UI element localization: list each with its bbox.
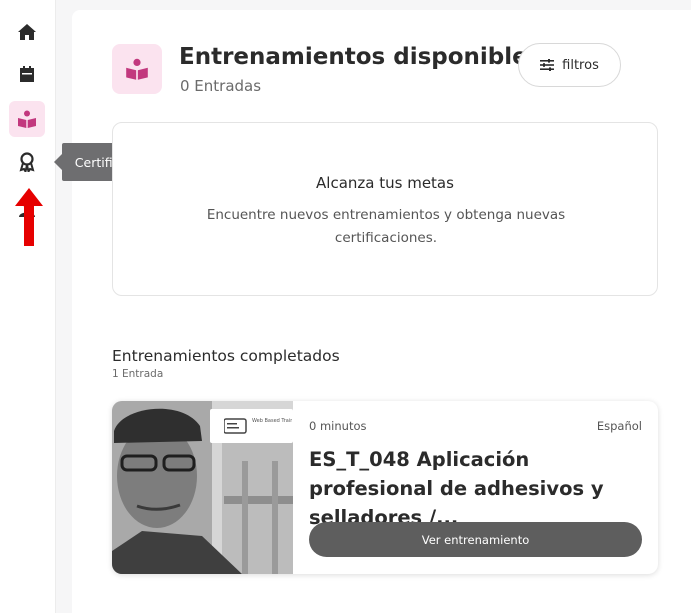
completed-section-title: Entrenamientos completados [112,347,340,365]
filters-button[interactable]: filtros [518,43,621,87]
red-arrow-annotation [15,188,43,246]
empty-state-text: Encuentre nuevos entrenamientos y obteng… [206,207,566,246]
filters-label: filtros [562,57,599,73]
calendar-icon [20,66,34,82]
completed-count: 1 Entrada [112,368,164,380]
book-reader-icon [18,110,36,128]
sidebar-item-home[interactable] [9,14,45,50]
certificate-award-icon [19,152,35,172]
wbt-logo: Web Based Training Self Learning [210,409,293,443]
sidebar-item-calendar[interactable] [9,56,45,92]
home-icon [18,24,36,40]
wbt-logo-mark [224,418,247,434]
wbt-logo-text: Web Based Training Self Learning [252,418,292,424]
filter-sliders-icon [540,59,555,71]
sidebar [0,0,56,613]
empty-state-title: Alcanza tus metas [316,174,454,192]
course-card[interactable]: Web Based Training Self Learning 0 minut… [112,401,658,574]
sidebar-item-trainings[interactable] [9,101,45,137]
course-duration: 0 minutos [309,419,367,433]
page-title: Entrenamientos disponibles [179,44,542,70]
course-language: Español [596,419,642,433]
view-training-button[interactable]: Ver entrenamiento [309,522,642,557]
sidebar-item-certificates[interactable] [9,144,45,180]
header-icon-box [112,44,162,94]
book-reader-icon [126,58,148,80]
empty-state-card: Alcanza tus metas Encuentre nuevos entre… [112,122,658,296]
page-subtitle: 0 Entradas [180,77,262,95]
course-thumbnail: Web Based Training Self Learning [112,401,293,574]
